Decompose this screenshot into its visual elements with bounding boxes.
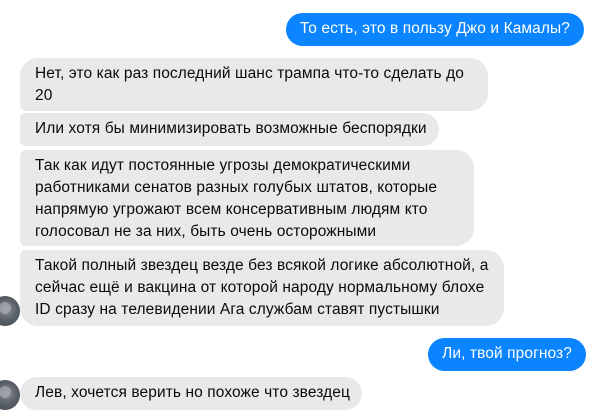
contact-avatar[interactable] xyxy=(0,296,20,326)
contact-avatar[interactable] xyxy=(0,380,20,410)
outgoing-message: Ли, твой прогноз? xyxy=(428,338,586,371)
incoming-message: Такой полный звездец везде без всякой ло… xyxy=(20,250,504,326)
chat-thread: То есть, это в пользу Джо и Камалы? Нет,… xyxy=(0,0,600,410)
incoming-message: Так как идут постоянные угрозы демократи… xyxy=(20,150,474,246)
incoming-message: Лев, хочется верить но похоже что звезде… xyxy=(20,377,362,410)
outgoing-message: То есть, это в пользу Джо и Камалы? xyxy=(285,13,584,46)
incoming-message: Нет, это как раз последний шанс трампа ч… xyxy=(20,58,488,126)
incoming-message: Или хотя бы минимизировать возможные бес… xyxy=(20,113,439,146)
